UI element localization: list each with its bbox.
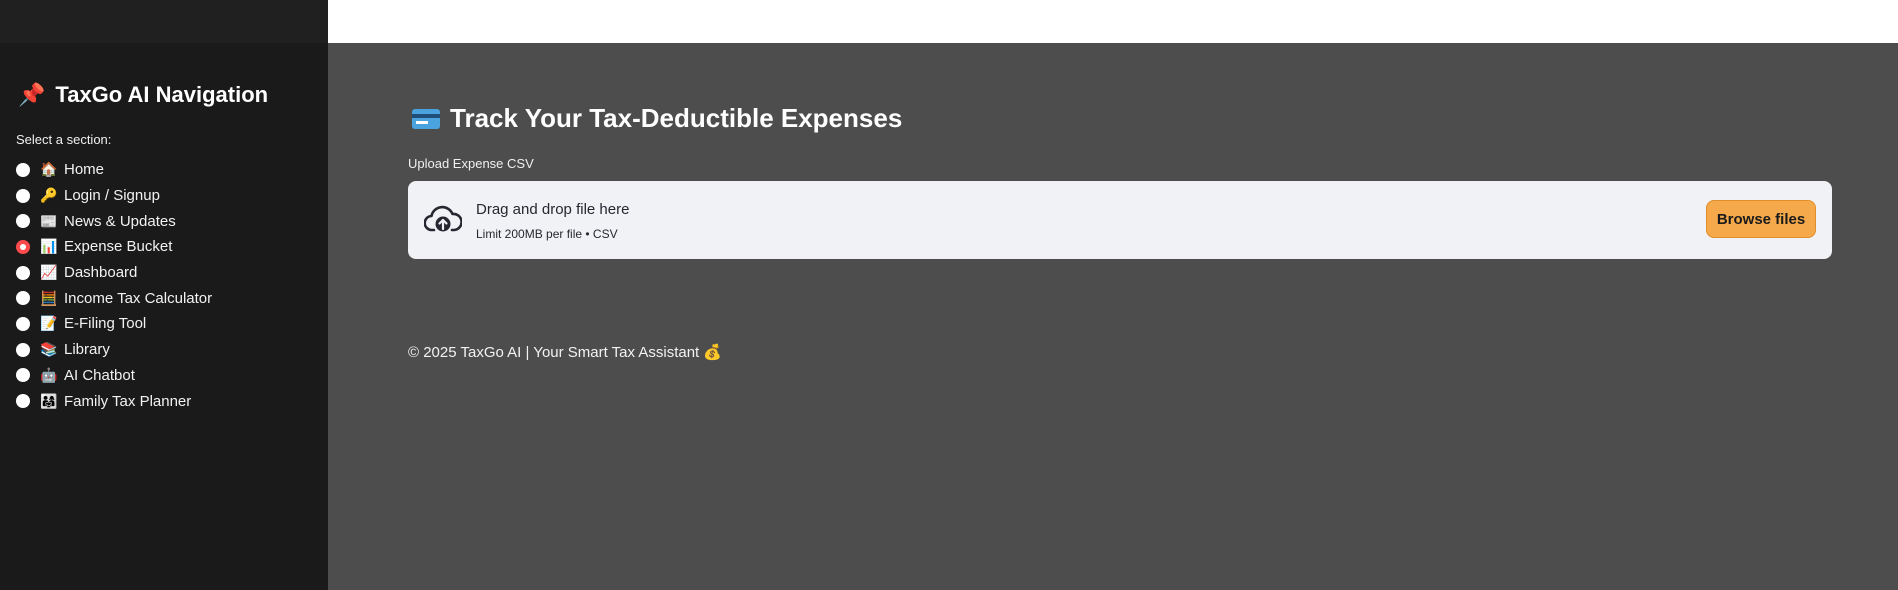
nav-item-library[interactable]: 📚 Library xyxy=(16,337,212,363)
nav-item-label: AI Chatbot xyxy=(64,366,135,384)
nav-item-income-tax-calculator[interactable]: 🧮 Income Tax Calculator xyxy=(16,285,212,311)
sidebar: 📌 TaxGo AI Navigation Select a section: … xyxy=(0,0,328,590)
nav-item-label: Login / Signup xyxy=(64,187,160,205)
nav-item-dashboard[interactable]: 📈 Dashboard xyxy=(16,260,212,286)
radio-button[interactable] xyxy=(16,316,30,331)
radio-button[interactable] xyxy=(16,394,30,409)
footer-text: © 2025 TaxGo AI | Your Smart Tax Assista… xyxy=(408,344,723,361)
main-content: Track Your Tax-Deductible Expenses Uploa… xyxy=(328,43,1898,590)
credit-card-icon xyxy=(412,108,440,129)
nav-item-family-tax-planner[interactable]: 👨‍👩‍👧 Family Tax Planner xyxy=(16,388,212,414)
nav-item-label: E-Filing Tool xyxy=(64,315,147,333)
pushpin-icon: 📌 xyxy=(18,82,46,107)
top-header-bar xyxy=(328,0,1898,43)
radio-button[interactable] xyxy=(16,342,30,357)
radio-button[interactable] xyxy=(16,188,30,203)
radio-button[interactable] xyxy=(16,368,30,383)
file-dropzone[interactable]: Drag and drop file here Limit 200MB per … xyxy=(408,181,1832,259)
robot-icon: 🤖 xyxy=(40,366,58,383)
page-title-text: Track Your Tax-Deductible Expenses xyxy=(450,103,903,133)
trend-chart-icon: 📈 xyxy=(40,264,58,281)
sidebar-header xyxy=(0,0,328,43)
newspaper-icon: 📰 xyxy=(40,212,58,229)
radio-button[interactable] xyxy=(16,214,30,229)
nav-item-label: Home xyxy=(64,161,105,179)
nav-item-e-filing-tool[interactable]: 📝 E-Filing Tool xyxy=(16,311,212,337)
radio-button[interactable] xyxy=(16,162,30,177)
nav-item-label: Library xyxy=(64,341,110,359)
key-icon: 🔑 xyxy=(40,187,58,204)
nav-item-label: Income Tax Calculator xyxy=(64,289,213,307)
radio-button[interactable] xyxy=(16,265,30,280)
memo-icon: 📝 xyxy=(40,315,58,332)
nav-item-ai-chatbot[interactable]: 🤖 AI Chatbot xyxy=(16,363,212,389)
radio-button[interactable] xyxy=(16,291,30,306)
books-icon: 📚 xyxy=(40,341,58,358)
dropzone-title: Drag and drop file here xyxy=(476,201,630,218)
page-title: Track Your Tax-Deductible Expenses xyxy=(412,103,902,134)
sidebar-title: 📌 TaxGo AI Navigation xyxy=(18,82,268,108)
dropzone-limit-text: Limit 200MB per file • CSV xyxy=(476,227,618,241)
sidebar-title-text: TaxGo AI Navigation xyxy=(55,82,269,107)
nav-item-label: News & Updates xyxy=(64,212,176,230)
nav-item-login-signup[interactable]: 🔑 Login / Signup xyxy=(16,183,212,209)
nav-item-home[interactable]: 🏠 Home xyxy=(16,157,212,183)
abacus-icon: 🧮 xyxy=(40,289,58,306)
cloud-upload-icon xyxy=(424,205,462,232)
section-radio-group: 🏠 Home 🔑 Login / Signup 📰 News & Updates… xyxy=(16,157,212,414)
house-icon: 🏠 xyxy=(40,161,58,178)
family-icon: 👨‍👩‍👧 xyxy=(40,392,58,409)
nav-item-expense-bucket[interactable]: 📊 Expense Bucket xyxy=(16,234,212,260)
browse-files-button[interactable]: Browse files xyxy=(1706,200,1816,238)
upload-label: Upload Expense CSV xyxy=(408,156,534,171)
nav-item-label: Dashboard xyxy=(64,264,138,282)
bar-chart-icon: 📊 xyxy=(40,238,58,255)
nav-item-label: Family Tax Planner xyxy=(64,392,192,410)
section-select-label: Select a section: xyxy=(16,132,112,147)
radio-button-selected[interactable] xyxy=(16,239,30,254)
nav-item-news-updates[interactable]: 📰 News & Updates xyxy=(16,208,212,234)
app-root: 📌 TaxGo AI Navigation Select a section: … xyxy=(0,0,1898,590)
nav-item-label: Expense Bucket xyxy=(64,238,173,256)
